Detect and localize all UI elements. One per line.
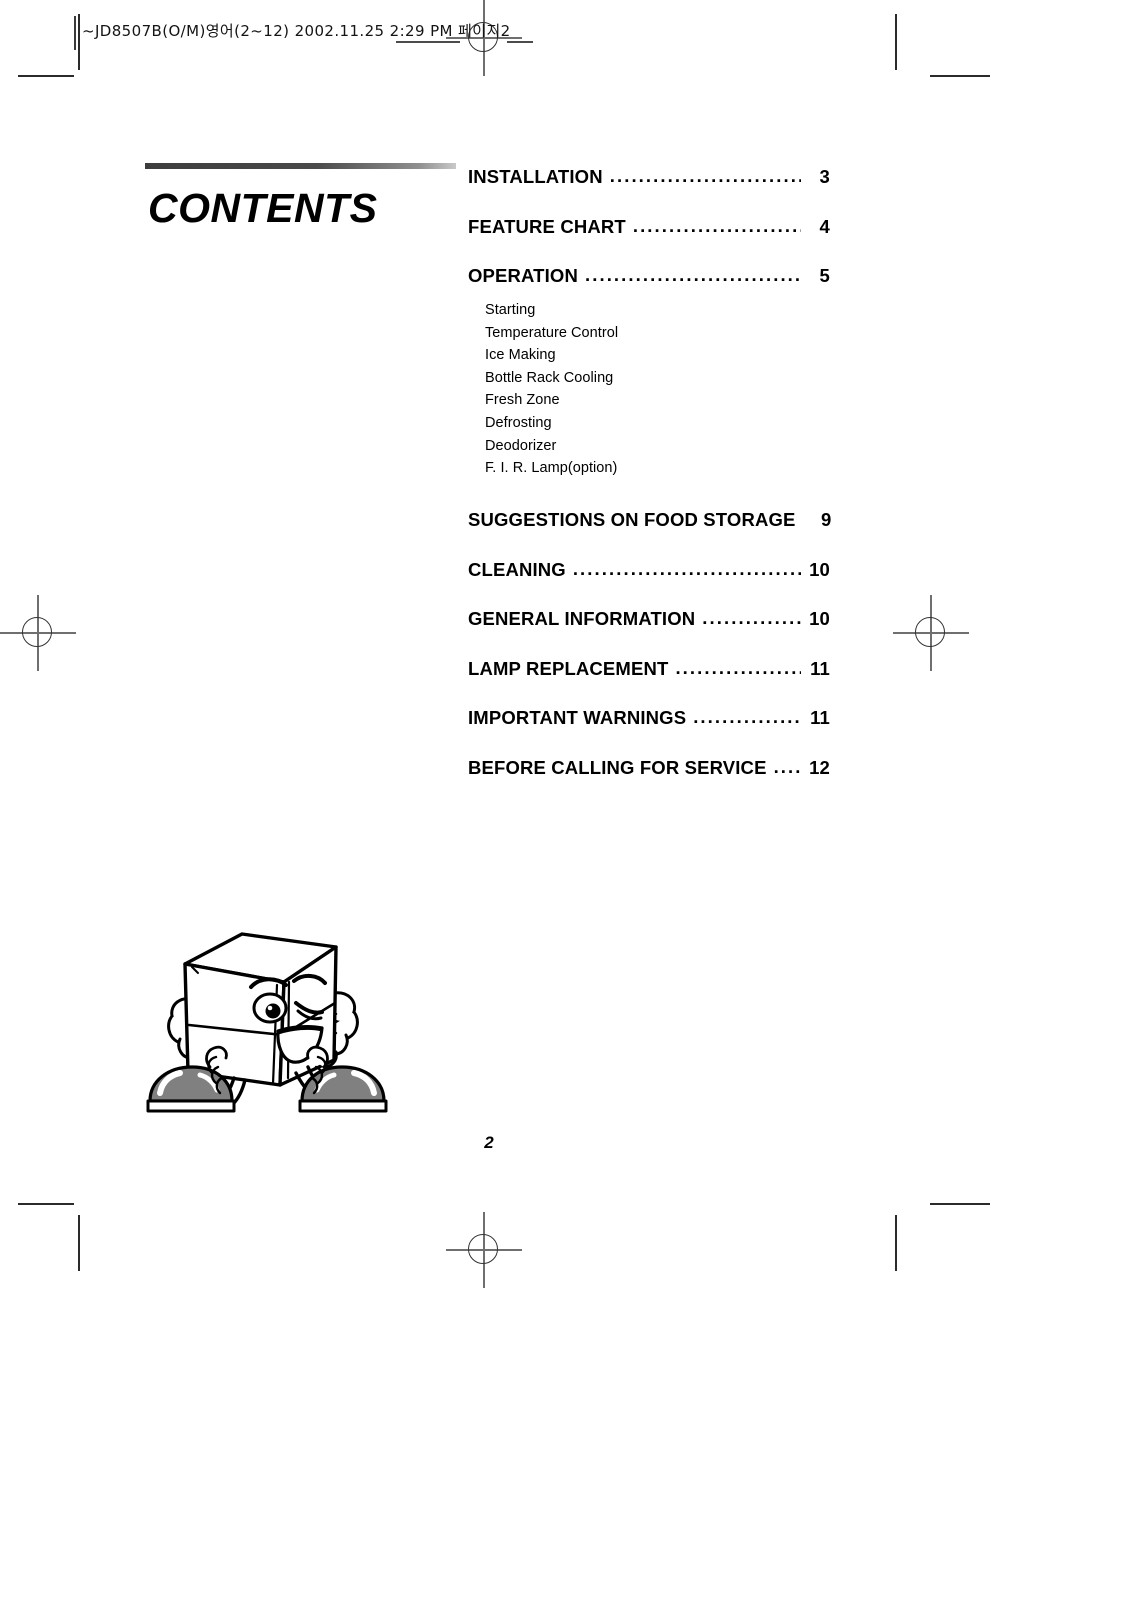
toc-dot-leader: ........................................…	[572, 559, 801, 578]
toc-page-number: 10	[809, 558, 830, 580]
toc-dot-leader: ........................................…	[584, 266, 801, 285]
toc-entry-suggestions-on-food-storage[interactable]: SUGGESTIONS ON FOOD STORAGE .... 9	[468, 509, 832, 531]
toc-entry-cleaning[interactable]: CLEANING ...............................…	[468, 559, 830, 581]
crop-mark-bottom-left-horizontal	[18, 1203, 74, 1205]
header-trim-rule-right	[507, 41, 533, 43]
toc-entry-label: BEFORE CALLING FOR SERVICE	[468, 756, 767, 778]
toc-page-number: 5	[819, 265, 830, 286]
toc-entry-general-information[interactable]: GENERAL INFORMATION ....................…	[468, 608, 830, 630]
toc-entry-lamp-replacement[interactable]: LAMP REPLACEMENT .......................…	[468, 658, 830, 680]
toc-sub-item-deodorizer[interactable]: Deodorizer	[485, 435, 618, 458]
toc-entry-before-calling-for-service[interactable]: BEFORE CALLING FOR SERVICE ......... 12	[468, 757, 830, 779]
toc-sub-item-starting[interactable]: Starting	[485, 299, 618, 322]
header-imprint-text: ~JD8507B(O/M)영어(2~12) 2002.11.25 2:29 PM…	[82, 22, 511, 40]
registration-ring	[915, 617, 945, 647]
crop-mark-bottom-left-vertical	[78, 1215, 80, 1271]
toc-sub-item-temperature-control[interactable]: Temperature Control	[485, 322, 618, 345]
toc-entry-installation[interactable]: INSTALLATION ...........................…	[468, 166, 830, 188]
toc-page-number: 3	[819, 166, 830, 187]
toc-sub-item-ice-making[interactable]: Ice Making	[485, 344, 618, 367]
registration-mark-bottom-center	[446, 1212, 522, 1288]
toc-entry-label: OPERATION	[468, 265, 578, 286]
toc-sub-item-fir-lamp[interactable]: F. I. R. Lamp(option)	[485, 457, 618, 480]
toc-primary-list: INSTALLATION ...........................…	[468, 166, 830, 315]
toc-page-number: 10	[809, 608, 830, 629]
toc-entry-label: GENERAL INFORMATION	[468, 608, 696, 629]
toc-entry-label: SUGGESTIONS ON FOOD STORAGE	[468, 509, 796, 530]
page-title: CONTENTS	[148, 185, 378, 231]
toc-sub-item-defrosting[interactable]: Defrosting	[485, 412, 618, 435]
toc-entry-label: CLEANING	[468, 558, 566, 580]
toc-page-number: 9	[821, 509, 832, 530]
toc-entry-important-warnings[interactable]: IMPORTANT WARNINGS .....................…	[468, 707, 830, 729]
refrigerator-mascot-icon	[146, 932, 388, 1113]
toc-sub-item-bottle-rack-cooling[interactable]: Bottle Rack Cooling	[485, 367, 618, 390]
toc-entry-label: IMPORTANT WARNINGS	[468, 707, 687, 728]
toc-entry-label: INSTALLATION	[468, 166, 603, 187]
toc-dot-leader: ...........................	[675, 658, 801, 677]
toc-page-number: 4	[819, 215, 830, 237]
toc-dot-leader: .......................	[702, 609, 801, 628]
toc-secondary-list: SUGGESTIONS ON FOOD STORAGE .... 9 CLEAN…	[468, 509, 832, 806]
registration-ring	[468, 1234, 498, 1264]
toc-entry-feature-chart[interactable]: FEATURE CHART ..........................…	[468, 216, 830, 238]
toc-page-number: 12	[809, 756, 830, 778]
registration-ring	[22, 617, 52, 647]
registration-mark-left-center	[0, 595, 76, 671]
toc-sub-item-fresh-zone[interactable]: Fresh Zone	[485, 389, 618, 412]
header-trim-rule-left	[396, 41, 460, 43]
toc-dot-leader: ........................	[693, 708, 801, 727]
crop-mark-top-left-horizontal	[18, 75, 74, 77]
crop-mark-top-right-horizontal	[930, 75, 990, 77]
toc-page-number: 11	[810, 657, 830, 679]
crop-mark-top-right-vertical	[895, 14, 897, 70]
toc-entry-label: FEATURE CHART	[468, 215, 626, 237]
crop-mark-bottom-right-horizontal	[930, 1203, 990, 1205]
toc-page-number: 11	[810, 707, 830, 728]
crop-mark-top-left-vertical	[78, 14, 80, 70]
toc-dot-leader: ........................................…	[609, 167, 801, 186]
crop-mark-bottom-right-vertical	[895, 1215, 897, 1271]
refrigerator-mascot-illustration	[138, 915, 396, 1120]
contents-gradient-rule	[145, 163, 456, 169]
registration-mark-right-center	[893, 595, 969, 671]
footer-page-number: 2	[484, 1133, 494, 1152]
toc-entry-label: LAMP REPLACEMENT	[468, 657, 669, 679]
header-imprint-rule	[74, 16, 76, 50]
toc-entry-operation[interactable]: OPERATION ..............................…	[468, 265, 830, 287]
toc-sub-list-operation: Starting Temperature Control Ice Making …	[485, 299, 618, 480]
toc-dot-leader: .................................	[632, 216, 801, 235]
toc-dot-leader: .........	[773, 757, 801, 776]
